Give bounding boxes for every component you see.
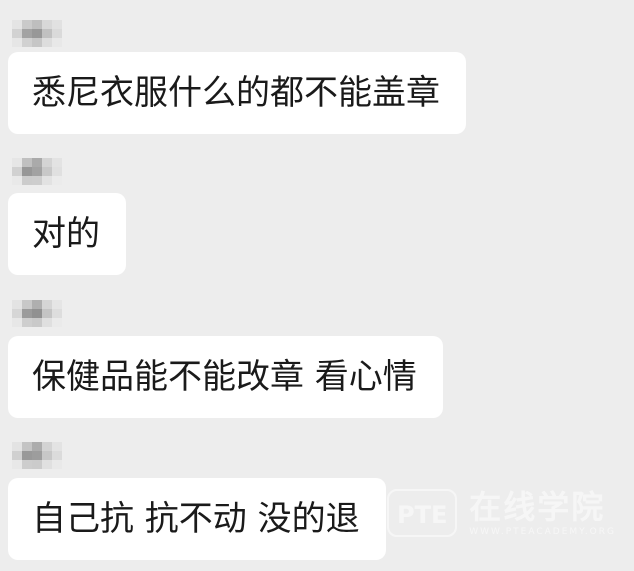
- watermark-brand-text: 在线学院: [469, 488, 606, 526]
- sender-avatar[interactable]: [12, 20, 62, 47]
- sender-avatar[interactable]: [12, 158, 62, 185]
- sender-avatar[interactable]: [12, 442, 62, 469]
- message-bubble[interactable]: 悉尼衣服什么的都不能盖章: [8, 52, 466, 134]
- watermark-logo: PTE: [387, 489, 458, 537]
- watermark-url-text: WWW.PTEACADEMY.ORG: [469, 527, 616, 537]
- message-bubble[interactable]: 保健品能不能改章 看心情: [8, 336, 443, 418]
- message-bubble[interactable]: 对的: [8, 193, 126, 275]
- message-bubble[interactable]: 自己抗 抗不动 没的退: [8, 478, 386, 560]
- sender-avatar[interactable]: [12, 300, 62, 327]
- watermark: PTE 在线学院 WWW.PTEACADEMY.ORG: [387, 488, 616, 538]
